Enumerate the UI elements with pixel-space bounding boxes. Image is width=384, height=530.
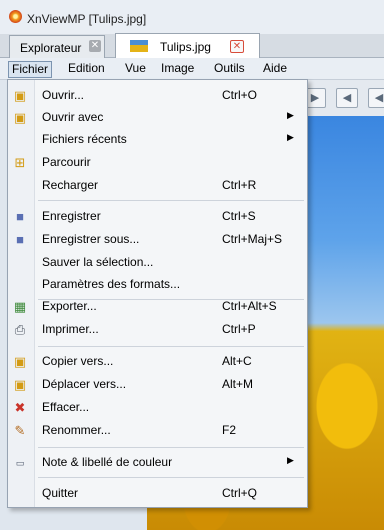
menu-item-parametres-formats[interactable]: Paramètres des formats... (8, 274, 307, 296)
menu-item-label: Paramètres des formats... (42, 277, 181, 291)
menu-item-label: Exporter... (42, 299, 97, 313)
title-bar: XnViewMP [Tulips.jpg] (0, 0, 384, 34)
submenu-arrow-icon: ▶ (287, 110, 294, 120)
menu-item-deplacer-vers[interactable]: ▣ Déplacer vers... Alt+M (8, 374, 307, 396)
delete-icon: ✖ (14, 400, 26, 415)
previous-image-icon[interactable]: ◀ (368, 88, 384, 108)
close-tab-icon[interactable]: ✕ (230, 40, 244, 53)
toolbar: ▶ ◀ ◀ (300, 80, 384, 116)
window-title: XnViewMP [Tulips.jpg] (27, 12, 147, 26)
menu-item-fichiers-recents[interactable]: Fichiers récents ▶ (8, 129, 307, 151)
move-to-icon: ▣ (13, 377, 27, 392)
first-image-icon[interactable]: ◀ (336, 88, 358, 108)
menu-item-label: Quitter (42, 486, 79, 500)
menu-item-ouvrir[interactable]: ▣ Ouvrir... Ctrl+O (8, 85, 307, 107)
menu-bar: Fichier Edition Vue Image Outils Aide (0, 58, 384, 80)
menu-item-quitter[interactable]: Quitter Ctrl+Q (8, 483, 307, 505)
menu-item-shortcut: Ctrl+R (222, 178, 257, 192)
menu-item-enregistrer[interactable]: ■ Enregistrer Ctrl+S (8, 206, 307, 228)
menu-separator (38, 200, 304, 201)
menu-item-label: Parcourir (42, 155, 91, 169)
submenu-arrow-icon: ▶ (287, 455, 294, 465)
image-thumbnail-icon (130, 40, 148, 52)
copy-to-icon: ▣ (13, 354, 27, 369)
menu-item-enregistrer-sous[interactable]: ■ Enregistrer sous... Ctrl+Maj+S (8, 229, 307, 251)
menu-fichier[interactable]: Fichier (8, 61, 53, 78)
menu-item-shortcut: Ctrl+O (222, 88, 258, 102)
menu-separator (38, 447, 304, 448)
save-icon: ■ (16, 209, 24, 224)
menu-edition[interactable]: Edition (65, 61, 108, 78)
menu-item-shortcut: F2 (222, 423, 237, 437)
tab-bar: Explorateur ✕ Tulips.jpg ✕ (0, 33, 384, 58)
menu-item-shortcut: Alt+M (222, 377, 254, 391)
menu-outils[interactable]: Outils (211, 61, 248, 78)
menu-item-exporter[interactable]: ▦ Exporter... Ctrl+Alt+S (8, 296, 307, 318)
open-folder-icon: ▣ (13, 88, 27, 103)
rename-icon: ✎ (14, 423, 26, 438)
menu-item-sauver-selection[interactable]: Sauver la sélection... (8, 252, 307, 274)
menu-aide[interactable]: Aide (260, 61, 290, 78)
open-with-icon: ▣ (13, 110, 27, 125)
menu-item-shortcut: Ctrl+Q (222, 486, 258, 500)
menu-item-parcourir[interactable]: ⊞ Parcourir (8, 152, 307, 174)
export-icon: ▦ (13, 299, 27, 314)
menu-item-recharger[interactable]: Recharger Ctrl+R (8, 175, 307, 197)
menu-item-label: Enregistrer (42, 209, 101, 223)
menu-item-label: Sauver la sélection... (42, 255, 154, 269)
rating-icon: ▭ (15, 458, 25, 468)
menu-item-shortcut: Ctrl+Alt+S (222, 299, 277, 313)
menu-item-label: Effacer... (42, 400, 90, 414)
menu-item-label: Imprimer... (42, 322, 99, 336)
menu-vue[interactable]: Vue (122, 61, 149, 78)
menu-item-label: Enregistrer sous... (42, 232, 140, 246)
menu-item-label: Recharger (42, 178, 99, 192)
menu-separator (38, 477, 304, 478)
menu-item-effacer[interactable]: ✖ Effacer... (8, 397, 307, 419)
tab-tulips-label: Tulips.jpg (160, 40, 211, 54)
menu-item-label: Ouvrir avec (42, 110, 104, 124)
menu-item-copier-vers[interactable]: ▣ Copier vers... Alt+C (8, 351, 307, 373)
menu-item-shortcut: Ctrl+Maj+S (222, 232, 283, 246)
close-tab-icon[interactable]: ✕ (89, 40, 101, 52)
menu-item-label: Fichiers récents (42, 132, 127, 146)
menu-item-ouvrir-avec[interactable]: ▣ Ouvrir avec ▶ (8, 107, 307, 129)
menu-image[interactable]: Image (158, 61, 197, 78)
menu-separator (38, 346, 304, 347)
menu-item-renommer[interactable]: ✎ Renommer... F2 (8, 420, 307, 442)
tab-tulips[interactable]: Tulips.jpg ✕ (115, 33, 260, 58)
menu-item-label: Renommer... (42, 423, 111, 437)
menu-item-shortcut: Ctrl+S (222, 209, 256, 223)
menu-item-shortcut: Ctrl+P (222, 322, 256, 336)
submenu-arrow-icon: ▶ (287, 132, 294, 142)
menu-item-label: Copier vers... (42, 354, 114, 368)
xnview-app-icon (9, 10, 22, 23)
menu-item-label: Déplacer vers... (42, 377, 127, 391)
tab-explorer-label: Explorateur (20, 41, 82, 55)
tab-explorer[interactable]: Explorateur ✕ (9, 35, 105, 58)
menu-item-imprimer[interactable]: ⎙ Imprimer... Ctrl+P (8, 319, 307, 341)
print-icon: ⎙ (14, 322, 26, 337)
fichier-dropdown-menu: ▣ Ouvrir... Ctrl+O ▣ Ouvrir avec ▶ Fichi… (7, 79, 308, 508)
menu-item-shortcut: Alt+C (222, 354, 252, 368)
browse-icon: ⊞ (14, 155, 26, 170)
save-as-icon: ■ (16, 232, 24, 247)
menu-item-label: Note & libellé de couleur (42, 455, 173, 469)
menu-item-note-libelle[interactable]: ▭ Note & libellé de couleur ▶ (8, 452, 307, 474)
menu-item-label: Ouvrir... (42, 88, 85, 102)
